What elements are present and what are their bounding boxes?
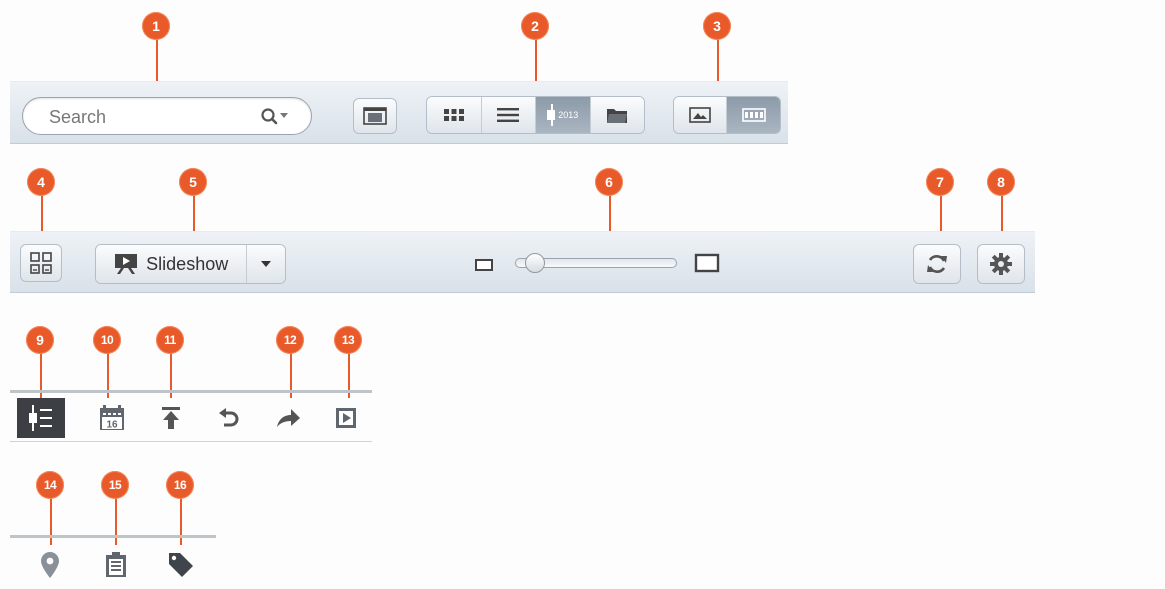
refresh-button[interactable] — [913, 244, 961, 284]
callout-5: 5 — [179, 168, 207, 196]
album-view-button[interactable] — [353, 98, 397, 134]
callout-11: 11 — [156, 326, 184, 354]
view-list-button[interactable] — [481, 97, 536, 133]
tab-calendar[interactable]: 16 — [88, 398, 136, 438]
upload-icon — [162, 407, 180, 429]
large-size-icon — [694, 253, 720, 273]
location-pin-icon — [41, 552, 59, 578]
multi-select-icon — [30, 252, 52, 274]
callout-8: 8 — [987, 168, 1015, 196]
slideshow-label: Slideshow — [146, 253, 229, 274]
view-timeline-button[interactable]: 2013 — [536, 97, 591, 133]
timeline-icon — [547, 104, 556, 126]
callout-2: 2 — [521, 12, 549, 40]
callout-1: 1 — [142, 12, 170, 40]
callout-9: 9 — [26, 326, 54, 354]
tag-icon — [169, 553, 193, 577]
gear-icon — [990, 253, 1012, 275]
share-button[interactable] — [264, 398, 312, 438]
tab-tags[interactable] — [157, 545, 205, 585]
callout-15: 15 — [101, 471, 129, 499]
filmstrip-icon — [741, 108, 766, 122]
filmstrip-mode-button[interactable] — [727, 97, 780, 133]
photo-icon — [689, 107, 711, 123]
timeline-year-label: 2013 — [558, 110, 579, 120]
slideshow-group: Slideshow — [95, 244, 286, 284]
undo-button[interactable] — [205, 398, 253, 438]
clipboard-icon — [106, 552, 126, 577]
slideshow-icon — [115, 254, 138, 274]
list-icon — [497, 108, 520, 122]
photo-mode-button[interactable] — [674, 97, 728, 133]
callout-12: 12 — [276, 326, 304, 354]
view-mode-group: 2013 — [426, 96, 645, 134]
folder-icon — [607, 109, 628, 123]
callout-14: 14 — [36, 471, 64, 499]
view-thumbnail-button[interactable] — [427, 97, 482, 133]
calendar-icon: 16 — [100, 405, 124, 431]
small-size-icon — [475, 259, 493, 271]
search-icon[interactable] — [260, 107, 292, 132]
undo-icon — [219, 408, 239, 427]
calendar-day-label: 16 — [106, 420, 118, 431]
tab-timeline[interactable] — [17, 398, 65, 438]
callout-10: 10 — [93, 326, 121, 354]
chevron-down-icon — [261, 261, 272, 267]
callout-3: 3 — [703, 12, 731, 40]
slideshow-dropdown-button[interactable] — [247, 245, 285, 283]
search-input[interactable] — [49, 107, 249, 127]
upload-button[interactable] — [147, 398, 195, 438]
tab-details[interactable] — [92, 545, 140, 585]
callout-7: 7 — [926, 168, 954, 196]
grid-icon — [443, 109, 464, 121]
play-media-button[interactable] — [322, 398, 370, 438]
display-mode-group — [673, 96, 781, 134]
callout-6: 6 — [595, 168, 623, 196]
view-folder-button[interactable] — [590, 97, 644, 133]
callout-16: 16 — [166, 471, 194, 499]
slideshow-button[interactable]: Slideshow — [96, 245, 248, 283]
callout-4: 4 — [27, 168, 55, 196]
callout-13: 13 — [334, 326, 362, 354]
slider-handle[interactable] — [525, 253, 545, 273]
settings-button[interactable] — [977, 244, 1025, 284]
select-mode-button[interactable] — [20, 244, 62, 282]
tab-location[interactable] — [26, 545, 74, 585]
refresh-icon — [927, 255, 947, 273]
timeline-icon — [29, 405, 52, 431]
share-arrow-icon — [277, 409, 300, 427]
search-box[interactable] — [22, 97, 312, 135]
album-view-icon — [363, 107, 387, 125]
media-player-icon — [336, 408, 356, 428]
